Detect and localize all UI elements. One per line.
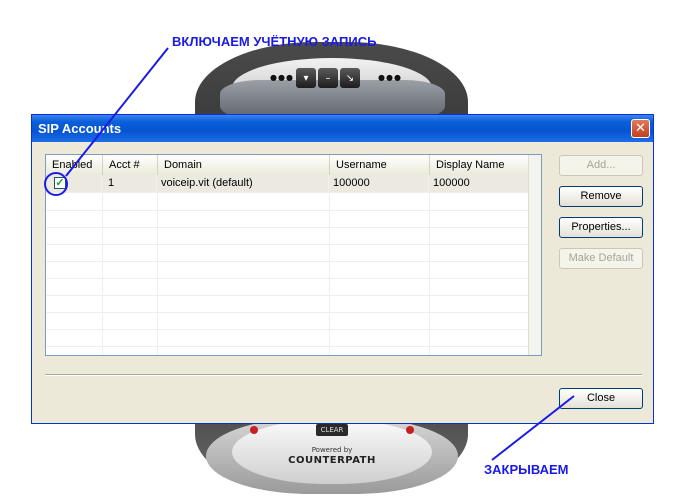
table-row <box>46 278 531 296</box>
table-row <box>46 227 531 245</box>
remove-button[interactable]: Remove <box>559 186 643 207</box>
collapse-icon[interactable]: ↘ <box>340 68 360 88</box>
cell-display-name: 100000 <box>429 175 529 192</box>
cell-domain: voiceip.vit (default) <box>157 175 329 192</box>
properties-button[interactable]: Properties... <box>559 217 643 238</box>
make-default-button[interactable]: Make Default <box>559 248 643 269</box>
led-right-icon <box>406 426 414 434</box>
table-row <box>46 210 531 228</box>
column-header-acct[interactable]: Acct # <box>103 155 158 175</box>
column-header-domain[interactable]: Domain <box>158 155 330 175</box>
table-row <box>46 244 531 262</box>
divider <box>45 374 642 376</box>
column-header-display-name[interactable]: Display Name <box>430 155 530 175</box>
table-row <box>46 261 531 279</box>
clear-button[interactable]: CLEAR <box>316 424 348 436</box>
softphone-dots-left: ●●● <box>270 73 294 82</box>
table-row <box>46 193 531 211</box>
powered-by-label: Powered by <box>311 446 353 454</box>
cell-username: 100000 <box>329 175 429 192</box>
table-row[interactable]: ✓ 1 voiceip.vit (default) 100000 100000 <box>46 175 531 193</box>
table-row <box>46 329 531 347</box>
table-scroll-area[interactable] <box>528 155 541 355</box>
table-header: Enabled Acct # Domain Username Display N… <box>46 155 541 176</box>
add-button[interactable]: Add... <box>559 155 643 176</box>
accounts-table: Enabled Acct # Domain Username Display N… <box>45 154 542 356</box>
sip-accounts-dialog: SIP Accounts ✕ Enabled Acct # Domain Use… <box>31 114 654 424</box>
close-icon[interactable]: ✕ <box>631 119 650 138</box>
annotation-close: ЗАКРЫВАЕМ <box>484 462 569 477</box>
annotation-circle <box>44 172 68 196</box>
softphone-buttons: ▾ – ↘ <box>296 68 360 88</box>
close-button[interactable]: Close <box>559 388 643 409</box>
dialog-title: SIP Accounts <box>38 121 122 136</box>
led-left-icon <box>250 426 258 434</box>
table-row <box>46 312 531 330</box>
dropdown-icon[interactable]: ▾ <box>296 68 316 88</box>
annotation-enable-account: ВКЛЮЧАЕМ УЧЁТНУЮ ЗАПИСЬ <box>172 34 377 49</box>
brand-logo: COUNTERPATH <box>288 455 376 466</box>
dialog-titlebar[interactable]: SIP Accounts ✕ <box>32 115 653 142</box>
softphone-dots-right: ●●● <box>378 73 402 82</box>
cell-acct: 1 <box>102 175 157 192</box>
table-row <box>46 295 531 313</box>
minimize-icon[interactable]: – <box>318 68 338 88</box>
column-header-username[interactable]: Username <box>330 155 430 175</box>
